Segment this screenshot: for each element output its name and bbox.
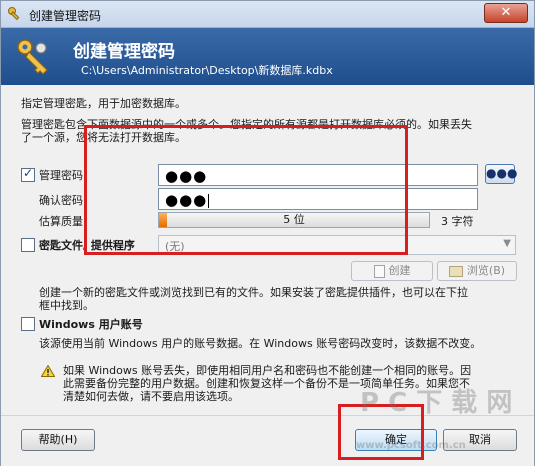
watermark-text: P C 下 载 网 bbox=[360, 388, 513, 418]
annotation-highlight-password bbox=[84, 125, 408, 255]
chevron-down-icon: ▼ bbox=[503, 238, 511, 249]
master-password-checkbox[interactable] bbox=[21, 166, 35, 182]
database-path: C:\Users\Administrator\Desktop\新数据库.kdbx bbox=[81, 64, 333, 77]
title-bar: 创建管理密码 ✕ bbox=[1, 1, 534, 28]
close-button[interactable]: ✕ bbox=[484, 3, 528, 23]
windows-account-checkbox[interactable] bbox=[21, 317, 35, 331]
window-title: 创建管理密码 bbox=[29, 9, 102, 23]
char-count: 3 字符 bbox=[441, 215, 474, 228]
create-key-file-button[interactable]: 创建 bbox=[351, 261, 433, 281]
windows-account-label: Windows 用户账号 bbox=[39, 318, 143, 331]
warning-text-3: 清楚如何去做，请不要启用该选项。 bbox=[63, 390, 239, 403]
key-file-description-cont: 框中找到。 bbox=[39, 299, 94, 312]
folder-icon bbox=[448, 265, 463, 277]
browse-key-file-label: 浏览(B) bbox=[466, 264, 506, 277]
create-key-file-label: 创建 bbox=[388, 264, 411, 277]
banner-title: 创建管理密码 bbox=[73, 42, 175, 62]
help-button[interactable]: 帮助(H) bbox=[21, 429, 95, 451]
windows-account-description: 该源使用当前 Windows 用户的账号数据。在 Windows 账号密码改变时… bbox=[39, 337, 482, 350]
new-file-icon bbox=[373, 264, 385, 278]
key-icon bbox=[8, 7, 20, 21]
watermark-url: www.pcsoft.com.cn bbox=[356, 440, 466, 451]
warning-icon bbox=[41, 365, 55, 377]
show-password-button[interactable]: ●●● bbox=[485, 164, 517, 184]
header-banner: 创建管理密码 C:\Users\Administrator\Desktop\新数… bbox=[1, 28, 534, 85]
browse-key-file-button[interactable]: 浏览(B) bbox=[437, 261, 517, 281]
keys-icon bbox=[17, 39, 48, 75]
key-file-checkbox[interactable] bbox=[21, 238, 35, 252]
intro-text: 指定管理密匙，用于加密数据库。 bbox=[21, 97, 186, 110]
key-file-description: 创建一个新的密匙文件或浏览找到已有的文件。如果安装了密匙提供插件，也可以在下拉 bbox=[39, 286, 468, 299]
